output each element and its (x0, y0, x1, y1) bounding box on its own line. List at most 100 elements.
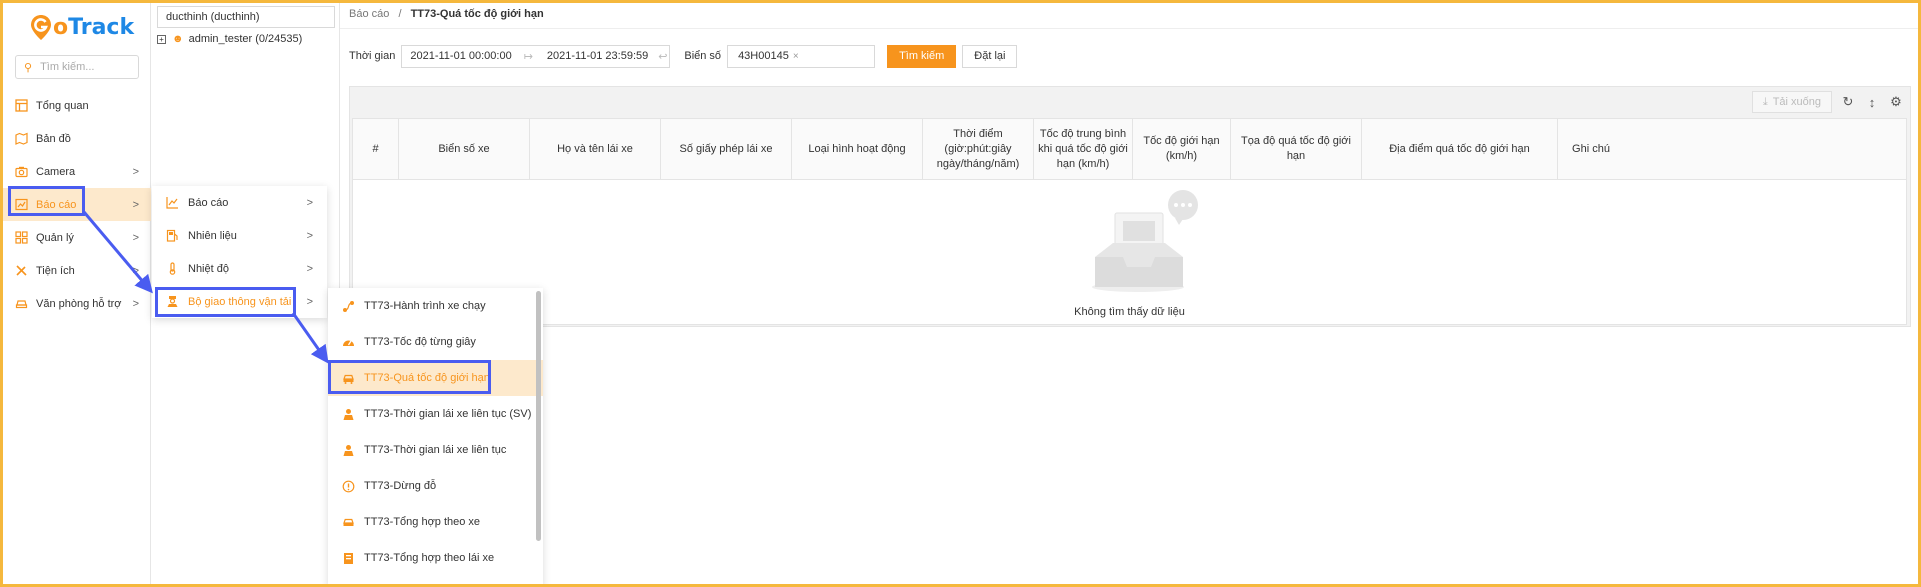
report-table: # Biển số xe Họ và tên lái xe Số giấy ph… (352, 118, 1907, 325)
fuel-icon (165, 229, 179, 243)
sidebar-item-label: Tổng quan (36, 99, 89, 112)
grid-icon (14, 231, 28, 245)
close-icon[interactable]: × (793, 51, 799, 62)
search-icon: ⚲ (24, 61, 33, 74)
submenu-item-reports[interactable]: Báo cáo > (152, 186, 327, 219)
chevron-right-icon: > (306, 196, 313, 209)
submenu-item-tt73-summary-by-vehicle[interactable]: TT73-Tổng hợp theo xe (328, 504, 543, 540)
submenu-scrollbar[interactable] (536, 291, 541, 541)
plate-select[interactable]: 43H00145 × (727, 44, 876, 68)
driver-icon (341, 407, 355, 421)
submenu-item-tt73-journey[interactable]: TT73-Hành trình xe chạy (328, 288, 543, 324)
reports-submenu: Báo cáo > Nhiên liệu > Nhiệt độ > Bộ gia… (152, 186, 327, 318)
gotrack-logo[interactable]: oTrack (29, 9, 134, 45)
chevron-right-icon: > (132, 231, 139, 244)
car-icon (341, 371, 355, 385)
time-to: 2021-11-01 23:59:59 (546, 50, 649, 62)
driver-icon (341, 443, 355, 457)
alert-circle-icon (341, 479, 355, 493)
submenu-item-temperature[interactable]: Nhiệt độ > (152, 252, 327, 285)
breadcrumb: Báo cáo / TT73-Quá tốc độ giới hạn (349, 8, 544, 20)
column-header: Số giấy phép lái xe (661, 119, 792, 179)
police-icon (165, 295, 179, 309)
thermometer-icon (165, 262, 179, 276)
submenu-item-fuel[interactable]: Nhiên liệu > (152, 219, 327, 252)
sidebar-item-label: Tiện ích (36, 264, 75, 277)
time-range-picker[interactable]: 2021-11-01 00:00:00 ↦ 2021-11-01 23:59:5… (401, 44, 671, 68)
time-label: Thời gian (349, 50, 396, 62)
reset-button[interactable]: Đặt lại (962, 44, 1018, 68)
submenu-item-label: TT73-Thời gian lái xe liên tục (364, 444, 507, 456)
submenu-item-label: TT73-Tốc độ từng giây (364, 336, 476, 348)
column-header: Tọa độ quá tốc độ giới hạn (1231, 119, 1362, 179)
submenu-item-label: Báo cáo (188, 196, 229, 209)
sidebar-item-map[interactable]: Bản đồ (3, 122, 151, 155)
column-header: Tốc độ trung bình khi quá tốc độ giới hạ… (1034, 119, 1133, 179)
submenu-item-label: TT73-Dừng đỗ (364, 480, 437, 492)
submenu-item-tt73-speed-per-second[interactable]: TT73-Tốc độ từng giây (328, 324, 543, 360)
sidebar-item-support-office[interactable]: Văn phòng hỗ trợ > (3, 287, 151, 320)
sidebar-item-label: Bản đồ (36, 132, 71, 145)
submenu-item-label: TT73-Tổng hợp theo lái xe (364, 552, 495, 564)
car-icon (341, 515, 355, 529)
camera-icon (14, 165, 28, 179)
car-icon (14, 297, 28, 311)
sidebar-item-overview[interactable]: Tổng quan (3, 89, 151, 122)
sidebar-item-reports[interactable]: Báo cáo > (3, 188, 151, 221)
chevron-right-icon: > (306, 229, 313, 242)
tree-node-admin-tester[interactable]: + ☻ admin_tester (0/24535) (157, 33, 302, 45)
column-header: Biển số xe (399, 119, 530, 179)
empty-inbox-icon (1092, 190, 1198, 292)
report-panel: ⤓ Tải xuống ↻ ↕ ⚙ # Biển số xe Họ và tên… (349, 86, 1911, 327)
table-header: # Biển số xe Họ và tên lái xe Số giấy ph… (353, 119, 1906, 180)
route-icon (341, 299, 355, 313)
submenu-item-label: TT73-Tổng hợp theo xe (364, 516, 481, 528)
column-header: Địa điểm quá tốc độ giới hạn (1362, 119, 1558, 179)
settings-icon[interactable]: ⚙ (1888, 94, 1904, 110)
logo-pin-icon (31, 15, 51, 40)
calendar-end-icon: ↩ (658, 50, 668, 63)
account-input[interactable]: ducthinh (ducthinh) (157, 6, 335, 28)
column-height-icon[interactable]: ↕ (1864, 94, 1880, 110)
sidebar-item-label: Văn phòng hỗ trợ (36, 297, 122, 310)
breadcrumb-root[interactable]: Báo cáo (349, 8, 389, 20)
range-arrow-icon: ↦ (523, 50, 533, 63)
submenu-item-tt73-summary-by-driver[interactable]: TT73-Tổng hợp theo lái xe (328, 540, 543, 576)
submenu-item-label: TT73-Hành trình xe chạy (364, 300, 486, 312)
expand-icon[interactable]: + (157, 34, 166, 44)
sidebar-item-label: Quản lý (36, 231, 74, 244)
sidebar-item-camera[interactable]: Camera > (3, 155, 151, 188)
search-button[interactable]: Tìm kiếm (887, 44, 957, 68)
download-button[interactable]: ⤓ Tải xuống (1751, 91, 1832, 113)
submenu-item-tt73-stops[interactable]: TT73-Dừng đỗ (328, 468, 543, 504)
document-icon (341, 551, 355, 565)
submenu-item-tt73-over-speed-limit[interactable]: TT73-Quá tốc độ giới hạn (328, 360, 543, 396)
submenu-item-tt73-continuous-driving[interactable]: TT73-Thời gian lái xe liên tục (328, 432, 543, 468)
column-header: Ghi chú (1572, 142, 1610, 155)
chevron-right-icon: > (132, 264, 139, 277)
user-icon: ☻ (172, 33, 184, 45)
column-header: # (353, 119, 399, 179)
chevron-right-icon: > (132, 165, 139, 178)
sidebar-item-utilities[interactable]: Tiện ích > (3, 254, 151, 287)
breadcrumb-separator: / (398, 8, 402, 20)
download-icon: ⤓ (1762, 95, 1768, 108)
tools-icon (14, 264, 28, 278)
account-value: ducthinh (ducthinh) (166, 11, 260, 23)
sidebar-nav: Tổng quan Bản đồ Camera > Báo cáo > Quản… (3, 89, 151, 320)
speedometer-icon (341, 335, 355, 349)
sidebar: oTrack ⚲ Tìm kiếm... Tổng quan Bản đồ Ca… (3, 3, 151, 584)
empty-state: Không tìm thấy dữ liệu (353, 181, 1906, 323)
logo-wordmark: oTrack (53, 14, 135, 40)
submenu-item-tt73-continuous-driving-sv[interactable]: TT73-Thời gian lái xe liên tục (SV) (328, 396, 543, 432)
plate-tag-value: 43H00145 (738, 50, 789, 62)
sidebar-item-management[interactable]: Quản lý > (3, 221, 151, 254)
sidebar-item-label: Báo cáo (36, 198, 77, 211)
refresh-icon[interactable]: ↻ (1840, 94, 1856, 110)
breadcrumb-current: TT73-Quá tốc độ giới hạn (410, 8, 544, 20)
chevron-right-icon: > (306, 295, 313, 308)
chevron-right-icon: > (132, 297, 139, 310)
sidebar-search-input[interactable]: ⚲ Tìm kiếm... (15, 55, 139, 79)
submenu-item-label: Nhiên liệu (188, 229, 237, 242)
submenu-item-ministry-of-transport[interactable]: Bộ giao thông vận tải > (152, 285, 327, 318)
